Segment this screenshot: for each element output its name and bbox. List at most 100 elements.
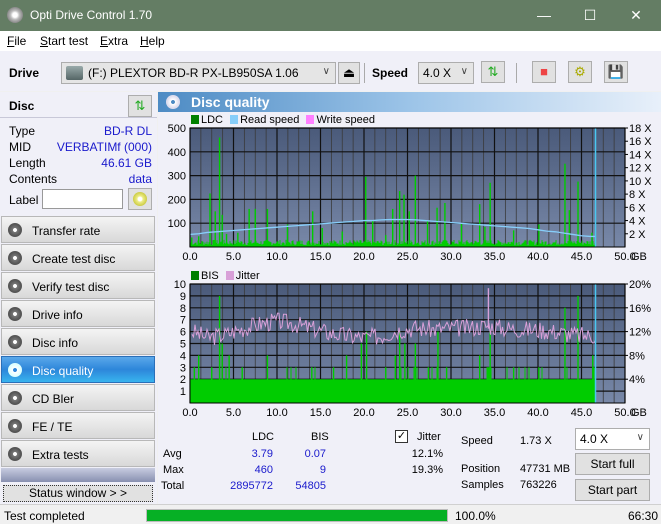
chevron-down-icon: ∨ bbox=[460, 66, 468, 77]
x-tick-label: 20.0 bbox=[353, 407, 374, 418]
nav-cd-bler[interactable]: CD Bler bbox=[1, 384, 155, 411]
fe-te-icon bbox=[8, 419, 22, 433]
speed-label: Speed bbox=[461, 435, 493, 447]
max-bis: 9 bbox=[319, 464, 326, 476]
samples-label: Samples bbox=[461, 479, 504, 491]
y-tick-label-left: 5 bbox=[180, 339, 186, 351]
progress-fill bbox=[147, 510, 447, 521]
stats-table: LDC BIS Avg 3.79 0.07 Max 460 9 Total 28… bbox=[158, 428, 458, 498]
nav-disc-info[interactable]: Disc info bbox=[1, 328, 155, 355]
window-title: Opti Drive Control 1.70 bbox=[30, 8, 153, 22]
y-tick-label-right: 8% bbox=[629, 350, 645, 362]
speed-value: 1.73 X bbox=[520, 435, 552, 447]
menu-extra[interactable]: Extra bbox=[100, 34, 128, 48]
position-value: 47731 MB bbox=[520, 463, 571, 475]
minimize-button[interactable]: — bbox=[521, 0, 567, 31]
toolbar-divider bbox=[364, 63, 365, 83]
settings-button[interactable]: ⚙ bbox=[568, 61, 592, 83]
y-tick-label-left: 7 bbox=[180, 315, 186, 327]
x-tick-label: 35.0 bbox=[484, 407, 505, 418]
y-tick-label-right: 2 X bbox=[629, 229, 646, 241]
disc-icon bbox=[133, 192, 147, 206]
total-ldc: 2895772 bbox=[230, 480, 273, 492]
elapsed-time: 66:30 bbox=[628, 509, 659, 523]
y-tick-label-left: 8 bbox=[180, 303, 186, 315]
col-ldc: LDC bbox=[252, 431, 275, 443]
save-button[interactable]: 💾 bbox=[604, 61, 628, 83]
nav-create-test-disc[interactable]: Create test disc bbox=[1, 244, 155, 271]
nav-verify-test-disc[interactable]: Verify test disc bbox=[1, 272, 155, 299]
progress-label: 100.0% bbox=[455, 509, 496, 523]
y-tick-label-right: 14 X bbox=[629, 149, 652, 161]
nav-disc-quality[interactable]: Disc quality bbox=[1, 356, 155, 383]
menu-file[interactable]: File bbox=[7, 34, 26, 48]
status-window-button[interactable]: Status window > > bbox=[3, 485, 153, 502]
disc-type-row: Type BD-R DL bbox=[9, 124, 152, 138]
avg-ldc: 3.79 bbox=[251, 448, 273, 460]
disc-refresh-button[interactable]: ⇅ bbox=[128, 95, 152, 117]
menu-help[interactable]: Help bbox=[140, 34, 165, 48]
disc-label-button[interactable] bbox=[128, 188, 152, 210]
max-jitter: 19.3% bbox=[411, 464, 443, 476]
nav-spacer bbox=[1, 468, 155, 482]
x-tick-label: 15.0 bbox=[310, 407, 331, 418]
disc-label-input[interactable] bbox=[42, 189, 123, 209]
refresh-icon: ⇅ bbox=[134, 98, 146, 113]
x-tick-label: 40.0 bbox=[527, 251, 548, 262]
y-tick-label-left: 400 bbox=[168, 147, 186, 159]
eject-button[interactable]: ⏏ bbox=[338, 62, 360, 84]
test-speed-select[interactable]: 4.0 X ∨ bbox=[575, 428, 650, 450]
y-tick-label-left: 100 bbox=[168, 218, 186, 230]
y-tick-label-right: 10 X bbox=[629, 176, 652, 188]
chevron-down-icon: ∨ bbox=[636, 432, 644, 443]
start-part-button[interactable]: Start part bbox=[575, 479, 650, 501]
row-total-label: Total bbox=[161, 480, 185, 492]
y-tick-label-left: 300 bbox=[168, 171, 186, 183]
refresh-button[interactable]: ⇅ bbox=[481, 61, 505, 83]
disc-quality-icon bbox=[166, 95, 180, 109]
x-axis-unit: GB bbox=[631, 251, 647, 262]
maximize-button[interactable]: ☐ bbox=[567, 0, 613, 31]
refresh-icon: ⇅ bbox=[487, 64, 499, 79]
x-tick-label: 10.0 bbox=[266, 407, 287, 418]
erase-button[interactable]: ■ bbox=[532, 61, 556, 83]
nav-extra-tests[interactable]: Extra tests bbox=[1, 440, 155, 467]
y-tick-label-right: 18 X bbox=[629, 123, 652, 135]
status-text: Test completed bbox=[4, 509, 85, 523]
y-tick-label-right: 4% bbox=[629, 374, 645, 386]
nav-drive-info[interactable]: Drive info bbox=[1, 300, 155, 327]
menu-start-test[interactable]: Start test bbox=[40, 34, 88, 48]
transfer-rate-icon bbox=[8, 223, 22, 237]
x-axis-unit: GB bbox=[631, 407, 647, 418]
disc-label-key: Label bbox=[9, 193, 39, 207]
y-tick-label-left: 3 bbox=[180, 362, 186, 374]
x-tick-label: 30.0 bbox=[440, 407, 461, 418]
panel-title: Disc quality bbox=[191, 94, 270, 110]
y-tick-label-left: 10 bbox=[174, 279, 186, 291]
avg-jitter: 12.1% bbox=[411, 448, 443, 460]
x-tick-label: 5.0 bbox=[226, 251, 241, 262]
progress-bar bbox=[146, 509, 448, 522]
close-button[interactable]: ✕ bbox=[613, 0, 659, 31]
drive-icon bbox=[66, 66, 83, 80]
x-tick-label: 45.0 bbox=[571, 407, 592, 418]
nav-transfer-rate[interactable]: Transfer rate bbox=[1, 216, 155, 243]
position-label: Position bbox=[461, 463, 501, 475]
toolbar-divider bbox=[516, 63, 517, 83]
eject-icon: ⏏ bbox=[342, 65, 356, 80]
menu-bar: File Start test Extra Help bbox=[0, 31, 661, 51]
max-ldc: 460 bbox=[254, 464, 273, 476]
chevron-down-icon: ∨ bbox=[322, 66, 330, 77]
start-full-button[interactable]: Start full bbox=[575, 453, 650, 475]
speed-select[interactable]: 4.0 X ∨ bbox=[418, 62, 474, 84]
y-tick-label-left: 4 bbox=[180, 350, 186, 362]
x-tick-label: 20.0 bbox=[353, 251, 374, 262]
nav-fe-te[interactable]: FE / TE bbox=[1, 412, 155, 439]
extra-tests-icon bbox=[8, 447, 22, 461]
jitter-checkbox[interactable]: ✓ bbox=[395, 430, 408, 443]
drive-select[interactable]: (F:) PLEXTOR BD-R PX-LB950SA 1.06 ∨ bbox=[61, 62, 336, 84]
avg-bis: 0.07 bbox=[304, 448, 326, 460]
y-tick-label-right: 8 X bbox=[629, 189, 646, 201]
disc-mid-row: MID VERBATIMf (000) bbox=[9, 140, 152, 154]
toolbar: Drive (F:) PLEXTOR BD-R PX-LB950SA 1.06 … bbox=[0, 51, 661, 91]
